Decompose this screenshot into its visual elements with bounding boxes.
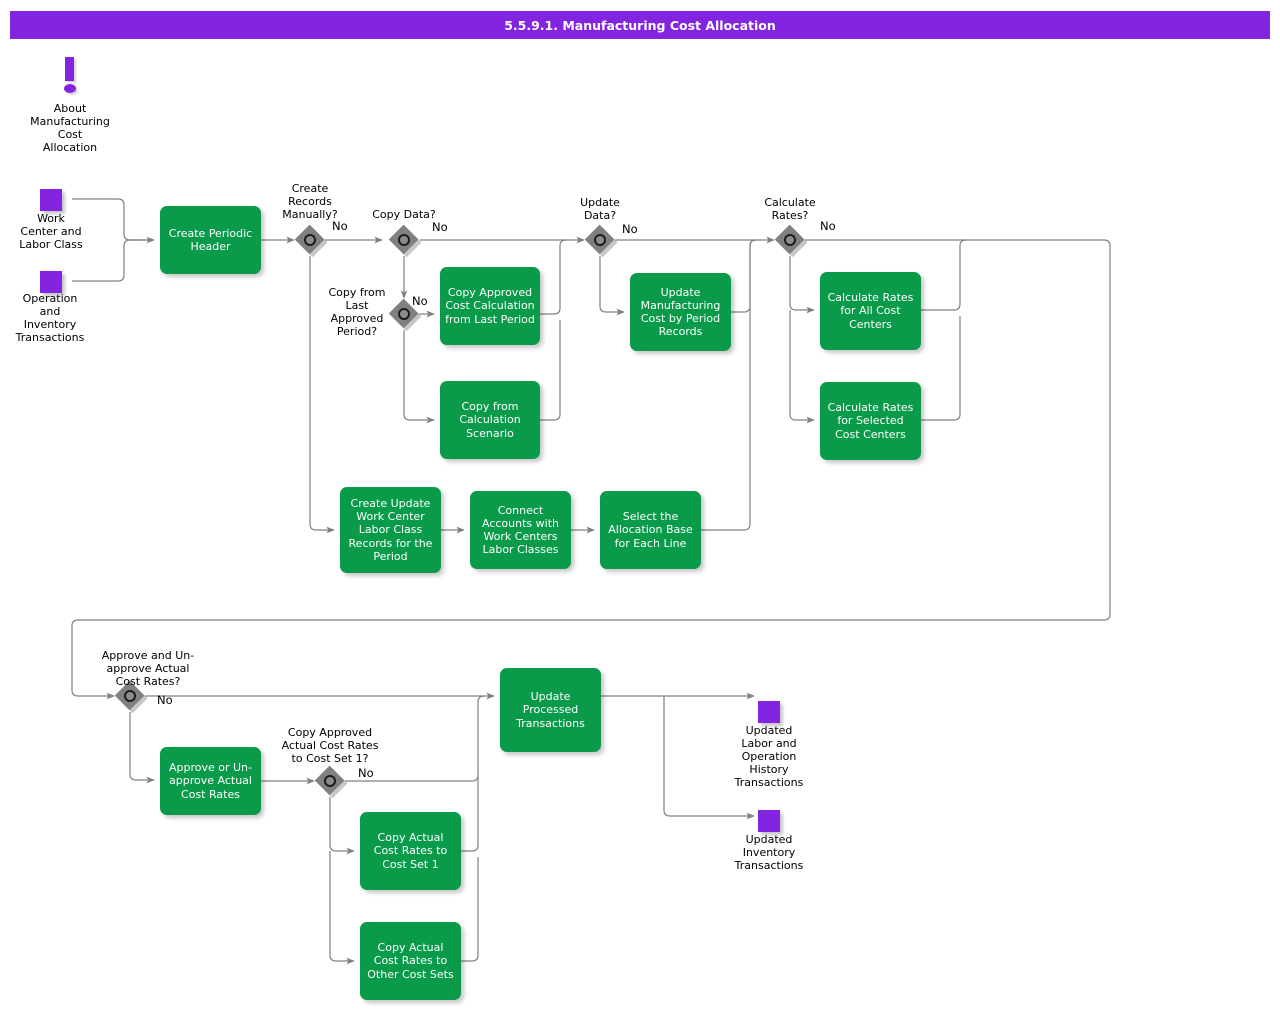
gateway-ring-icon [324,775,336,787]
gateway-create-records-manually[interactable] [295,225,328,258]
data-object-operation-inventory-transactions[interactable] [40,271,62,293]
data-object-updated-labor-operation-history[interactable] [758,701,780,723]
activity-update-processed-transactions[interactable]: Update Processed Transactions [500,668,601,752]
gateway-copy-data[interactable] [389,225,422,258]
data-object-label-updated-inventory-transactions: Updated Inventory Transactions [734,833,804,872]
activity-approve-or-unapprove-actual-cost-rates[interactable]: Approve or Un- approve Actual Cost Rates [160,747,261,815]
gateway-label-copy-from-last-approved-period: Copy from Last Approved Period? [328,286,386,338]
about-note-icon[interactable] [58,57,82,95]
activity-update-manufacturing-cost-by-period-records[interactable]: Update Manufacturing Cost by Period Reco… [630,273,731,351]
data-object-label-updated-labor-operation-history: Updated Labor and Operation History Tran… [734,724,804,789]
activity-copy-actual-cost-rates-to-other-cost-sets[interactable]: Copy Actual Cost Rates to Other Cost Set… [360,922,461,1000]
gateway-copy-approved-actual-cost-rates-to-cost-set-1[interactable] [315,766,348,799]
gateway-label-copy-approved-actual-cost-rates-to-cost-set-1: Copy Approved Actual Cost Rates to Cost … [281,726,379,765]
data-object-label-operation-inventory-transactions: Operation and Inventory Transactions [15,292,85,344]
activity-copy-approved-cost-calculation-from-last-period[interactable]: Copy Approved Cost Calculation from Last… [440,267,540,345]
gateway-update-data[interactable] [585,225,618,258]
gateway-label-update-data: Update Data? [580,196,620,222]
data-object-label-work-center-labor-class: Work Center and Labor Class [19,212,83,251]
flow-label-copy-from-last-approved-period-no: No [412,294,428,308]
flow-label-create-records-manually-no: No [332,219,348,233]
flow-label-update-data-no: No [622,222,638,236]
about-note-label: About Manufacturing Cost Allocation [30,102,110,154]
gateway-label-approve-unapprove-actual-cost-rates: Approve and Un- approve Actual Cost Rate… [101,649,195,688]
gateway-calculate-rates[interactable] [775,225,808,258]
activity-copy-from-calculation-scenario[interactable]: Copy from Calculation Scenario [440,381,540,459]
exclamation-bar-icon [65,57,74,81]
flow-label-copy-approved-actual-cost-rates-to-cost-set-1-no: No [358,766,374,780]
gateway-ring-icon [398,234,410,246]
flowchart-canvas: 5.5.9.1. Manufacturing Cost Allocation A… [0,0,1280,1010]
flow-label-copy-data-no: No [432,220,448,234]
activity-copy-actual-cost-rates-to-cost-set-1[interactable]: Copy Actual Cost Rates to Cost Set 1 [360,812,461,890]
gateway-ring-icon [304,234,316,246]
gateway-ring-icon [594,234,606,246]
data-object-work-center-labor-class[interactable] [40,189,62,211]
activity-create-periodic-header[interactable]: Create Periodic Header [160,206,261,274]
data-object-updated-inventory-transactions[interactable] [758,810,780,832]
gateway-ring-icon [124,690,136,702]
activity-calculate-rates-for-all-cost-centers[interactable]: Calculate Rates for All Cost Centers [820,272,921,350]
activity-calculate-rates-for-selected-cost-centers[interactable]: Calculate Rates for Selected Cost Center… [820,382,921,460]
gateway-ring-icon [784,234,796,246]
page-title: 5.5.9.1. Manufacturing Cost Allocation [10,11,1270,39]
activity-select-the-allocation-base-for-each-line[interactable]: Select the Allocation Base for Each Line [600,491,701,569]
activity-connect-accounts-with-work-centers-labor-classes[interactable]: Connect Accounts with Work Centers Labor… [470,491,571,569]
activity-create-update-work-center-labor-class-records[interactable]: Create Update Work Center Labor Class Re… [340,487,441,573]
flow-label-calculate-rates-no: No [820,219,836,233]
exclamation-dot-icon [63,84,76,93]
flow-label-approve-unapprove-actual-cost-rates-no: No [157,693,173,707]
gateway-label-create-records-manually: Create Records Manually? [282,182,338,221]
